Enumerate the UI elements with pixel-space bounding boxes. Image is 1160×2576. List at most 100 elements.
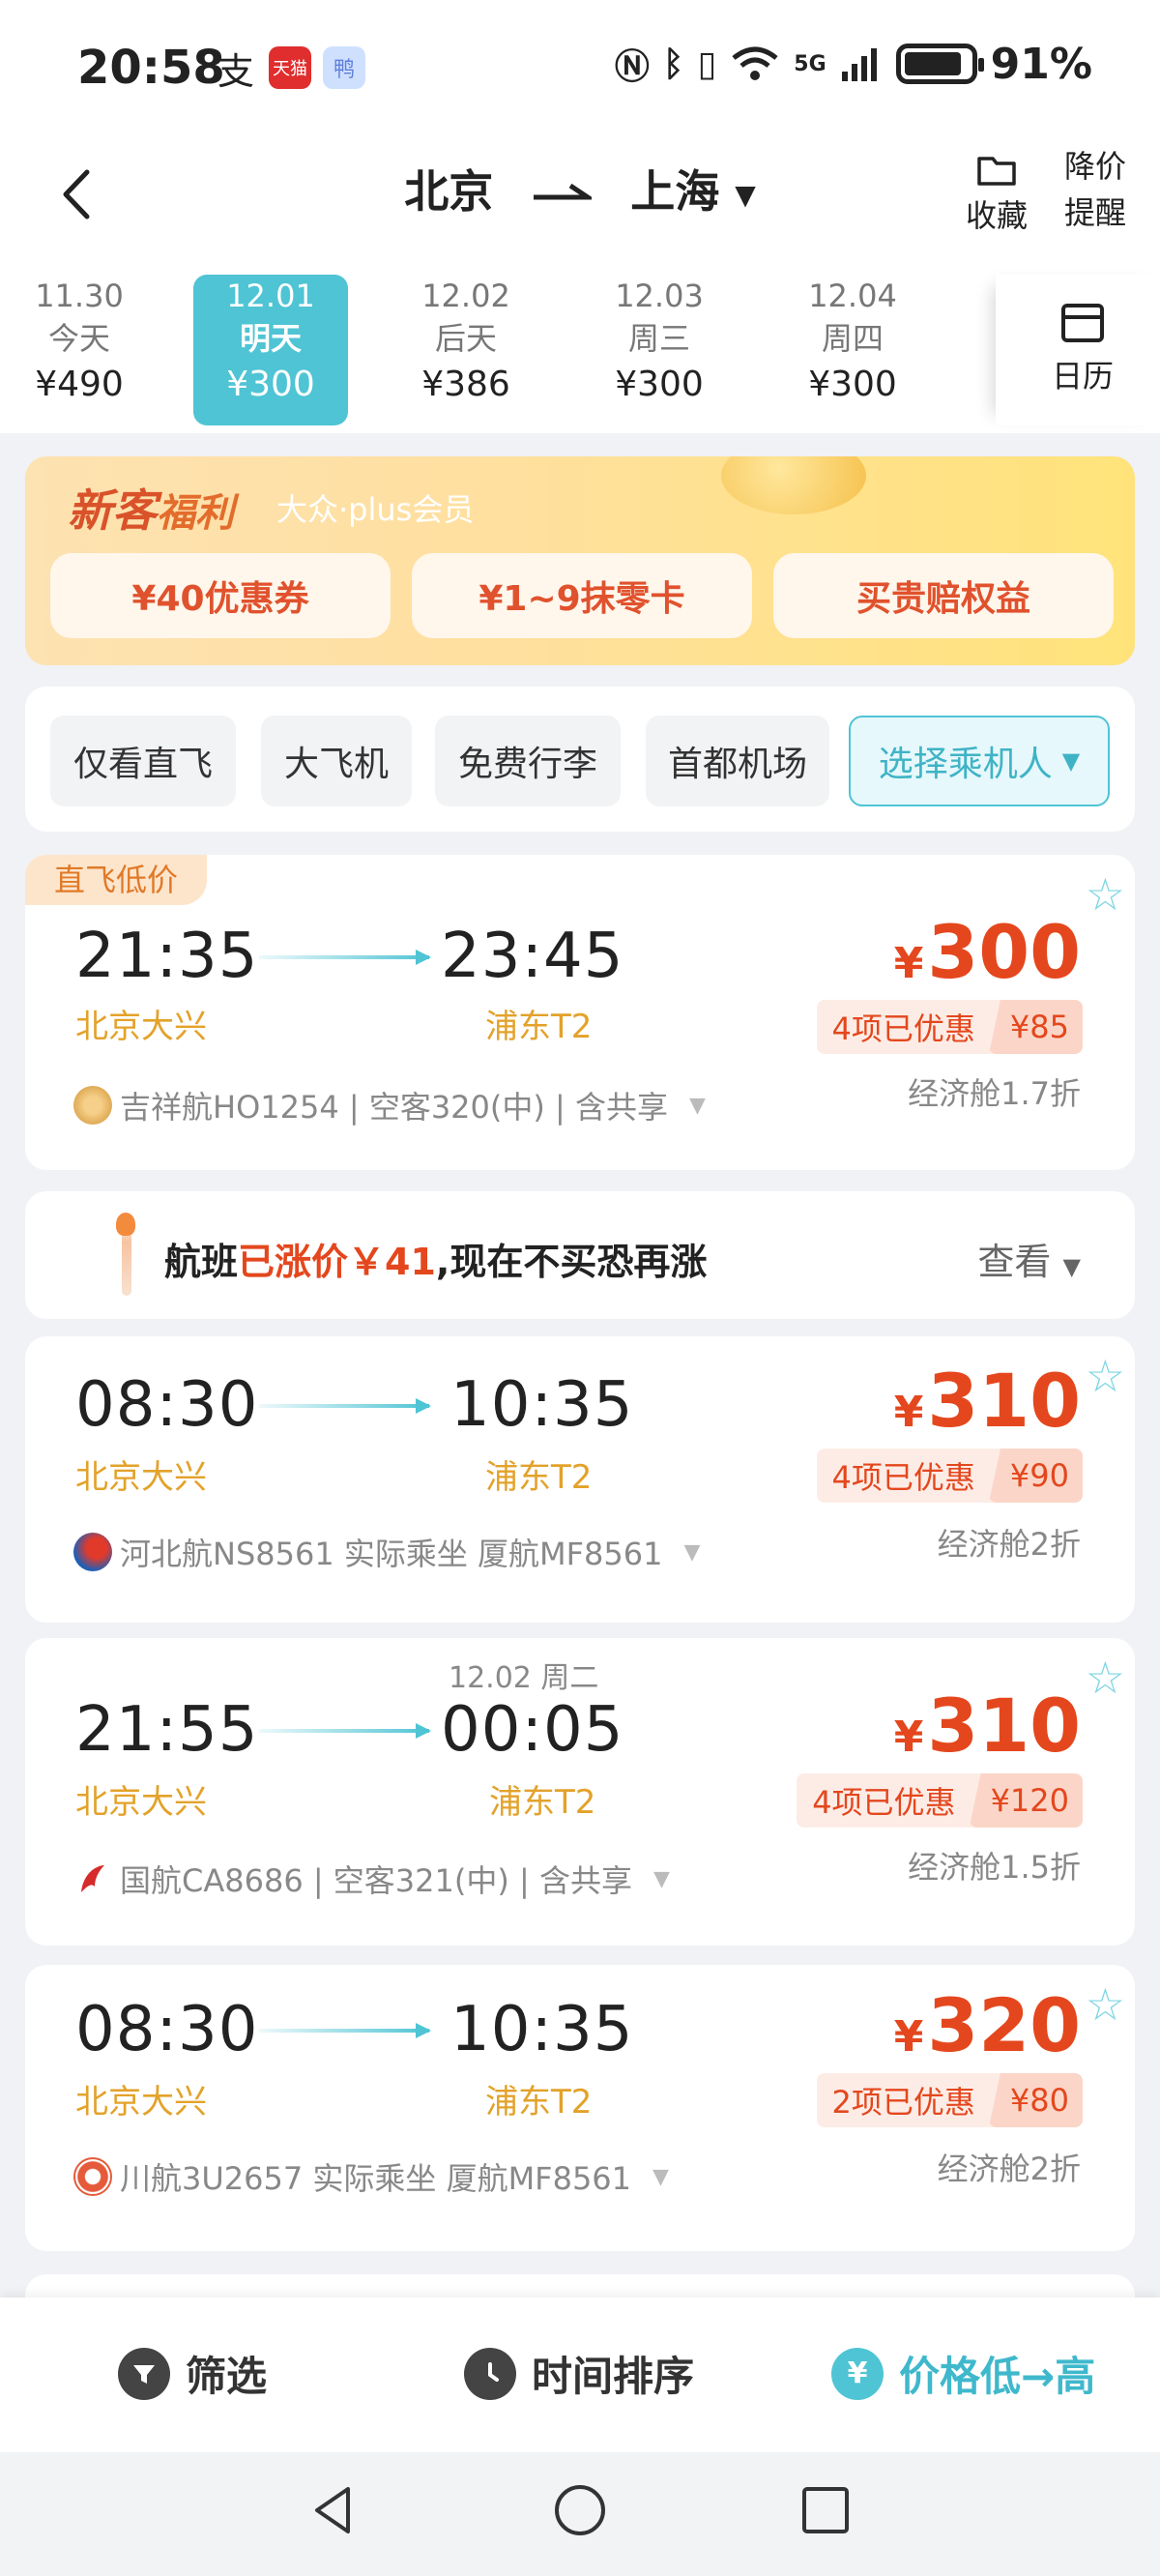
star-icon[interactable]: ☆ [1086,1652,1125,1704]
network-type: 5G [794,51,826,76]
system-indicators: Ⓝ ᛒ ▯ 5G 91% [615,39,1092,89]
flight-card[interactable]: ☆ 08:30 10:35 北京大兴 浦东T2 ¥310 4项已优惠 ¥90 经济… [25,1336,1135,1623]
date-tab[interactable]: 11.30 今天 ¥490 [2,275,157,425]
date-tab[interactable]: 12.02 后天 ¥386 [389,275,543,425]
arrival-airport: 浦东T2 [485,1008,593,1046]
airline-text: 川航3U2657 实际乘坐 厦航MF8561 [120,2160,632,2197]
favorite-label: 收藏 [965,197,1028,234]
flight-arrow [259,1723,431,1739]
calendar-button[interactable]: 日历 [996,275,1160,425]
nav-recents-icon[interactable] [797,2481,855,2539]
arrival-time: 10:35 [450,1994,634,2065]
coupon-button[interactable]: ¥40优惠券 [50,553,391,638]
arrival-time: 10:35 [450,1369,634,1441]
date-value: 12.02 [421,278,510,314]
new-customer-promo[interactable]: 新客福利 大众·plus会员 ¥40优惠券 ¥1~9抹零卡 买贵赔权益 [25,456,1135,665]
hebei-airlines-logo-icon [73,1533,112,1571]
flight-price: ¥310 [894,1683,1081,1769]
airline-info[interactable]: 吉祥航HO1254 | 空客320(中) | 含共享 ▼ [73,1083,706,1127]
price-alert-label-line1: 降价 [1063,148,1126,185]
date-price: ¥490 [35,365,124,404]
date-tab-selected[interactable]: 12.01 明天 ¥300 [193,275,348,425]
currency-symbol: ¥ [893,1388,924,1437]
cabin-class: 经济舱1.5折 [908,1849,1081,1886]
flight-card[interactable]: ☆ 08:30 10:35 北京大兴 浦东T2 ¥320 2项已优惠 ¥80 经济… [25,1965,1135,2251]
view-label: 查看 [977,1241,1052,1283]
promo-title-main: 新客 [68,484,157,537]
filter-direct-only[interactable]: 仅看直飞 [50,716,236,806]
favorite-button[interactable]: 收藏 [963,145,1030,236]
cabin-class: 经济舱1.7折 [908,1075,1081,1112]
date-tab[interactable]: 12.03 周三 ¥300 [582,275,737,425]
airline-info[interactable]: 河北航NS8561 实际乘坐 厦航MF8561 ▼ [73,1530,700,1574]
date-weekday: 今天 [47,320,110,357]
promo-subtitle: 大众·plus会员 [276,491,475,528]
promo-benefits: ¥40优惠券 ¥1~9抹零卡 买贵赔权益 [50,553,1114,638]
flight-card[interactable]: ☆ 12.02 周二 21:55 00:05 北京大兴 浦东T2 ¥310 4项… [25,1638,1135,1946]
price-rise-notice[interactable]: 航班已涨价￥41,现在不买恐再涨 查看 ▼ [25,1191,1135,1319]
arrival-time: 00:05 [441,1694,624,1766]
vibrate-icon: ▯ [697,44,717,84]
battery-level: 91% [990,39,1092,89]
star-icon[interactable]: ☆ [1086,1350,1125,1402]
time-sort-button[interactable]: 时间排序 [464,2344,694,2403]
price-sort-label: 价格低→高 [899,2353,1096,2400]
yuan-icon: ¥ [831,2347,884,2400]
price-alert-button[interactable]: 降价 提醒 [1061,143,1129,236]
nfc-icon: Ⓝ [614,47,650,87]
discount-count: 4项已优惠 [831,1010,975,1047]
flight-price: ¥300 [894,909,1081,995]
departure-time: 21:35 [75,921,259,992]
select-passenger-button[interactable]: 选择乘机人 ▼ [849,716,1110,806]
nav-home-icon[interactable] [551,2481,609,2539]
filter-free-baggage[interactable]: 免费行李 [435,716,621,806]
caret-down-icon: ▼ [1062,1253,1081,1280]
date-tab[interactable]: 12.04 周四 ¥300 [775,275,930,425]
coin-decoration [721,456,866,514]
flight-card[interactable]: 直飞低价 ☆ 21:35 23:45 北京大兴 浦东T2 ¥300 4项已优惠 ¥… [25,855,1135,1170]
notice-highlight: 已涨价￥41 [238,1241,436,1283]
clock: 20:58 [77,41,225,95]
caret-down-icon: ▼ [735,179,756,211]
arrival-time: 23:45 [441,921,624,992]
filter-button[interactable]: 筛选 [118,2344,267,2403]
star-icon[interactable]: ☆ [1086,1978,1125,2031]
arrival-airport: 浦东T2 [485,2083,593,2122]
departure-airport: 北京大兴 [75,1458,207,1497]
battery-icon [895,44,984,84]
chevron-down-icon: ▼ [652,1866,670,1891]
nav-back-icon[interactable] [305,2481,363,2539]
airline-info[interactable]: 川航3U2657 实际乘坐 厦航MF8561 ▼ [73,2154,669,2199]
arrival-airport: 浦东T2 [489,1783,596,1822]
date-value: 12.04 [808,278,897,314]
date-weekday: 明天 [239,320,302,357]
airline-text: 国航CA8686 | 空客321(中) | 含共享 [120,1862,632,1899]
sichuan-airlines-logo-icon [73,2157,112,2196]
date-weekday: 周三 [627,320,690,357]
discount-amount: ¥85 [988,1000,1083,1054]
price-protection-button[interactable]: 买贵赔权益 [773,553,1114,638]
torch-icon [116,1213,135,1296]
alipay-icon: 支 [217,49,254,93]
airline-info[interactable]: 国航CA8686 | 空客321(中) | 含共享 ▼ [73,1857,670,1901]
notice-prefix: 航班 [164,1241,239,1283]
date-price: ¥386 [421,365,510,404]
price-sort-button[interactable]: ¥ 价格低→高 [831,2344,1095,2403]
wifi-icon [732,46,778,80]
chevron-down-icon: ▼ [652,2164,669,2189]
origin-city: 北京 [404,165,494,218]
discount-amount: ¥120 [969,1773,1083,1828]
rounding-card-button[interactable]: ¥1~9抹零卡 [412,553,752,638]
status-bar: 20:58 支 天猫 鸭 Ⓝ ᛒ ▯ 5G 91% [0,0,1160,135]
star-icon[interactable]: ☆ [1086,868,1125,921]
filter-large-aircraft[interactable]: 大飞机 [261,716,412,806]
filter-capital-airport[interactable]: 首都机场 [646,716,829,806]
folder-icon [977,157,1016,186]
price-value: 310 [927,1683,1081,1769]
view-link[interactable]: 查看 ▼ [977,1232,1081,1285]
tmall-icon: 天猫 [269,46,311,89]
discount-count: 2项已优惠 [831,2084,975,2121]
filter-label: 筛选 [186,2353,268,2400]
flight-price: ¥320 [894,1982,1081,2068]
notice-suffix: ,现在不买恐再涨 [435,1241,708,1283]
